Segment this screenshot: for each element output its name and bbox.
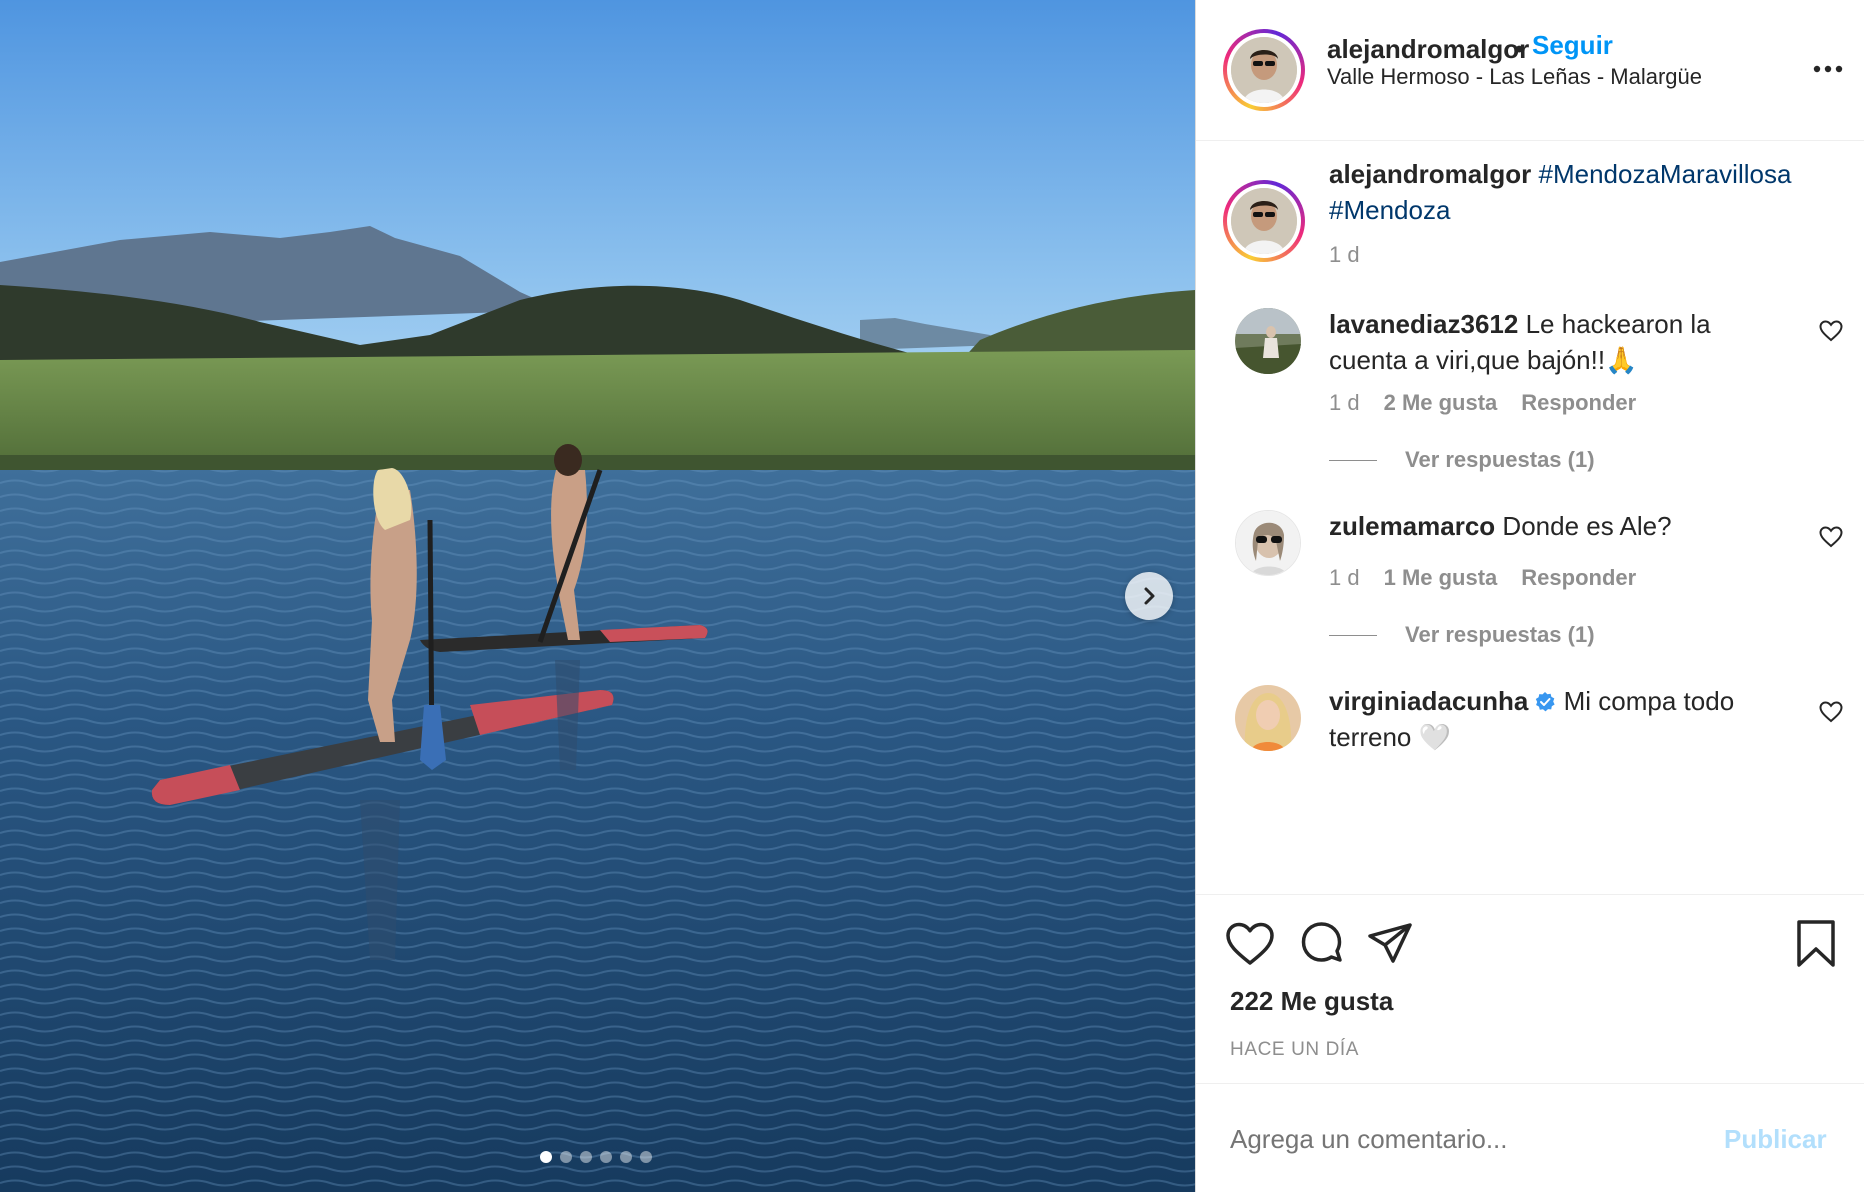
next-image-button[interactable] [1125, 572, 1173, 620]
verified-badge-icon [1536, 692, 1555, 712]
owner-username[interactable]: alejandromalgor [1327, 34, 1529, 65]
comment-body: lavanediaz3612 Le hackearon la cuenta a … [1329, 306, 1789, 378]
comment-meta: 1 d 1 Me gusta Responder [1329, 565, 1636, 591]
share-icon [1368, 923, 1412, 963]
heart-icon [1819, 320, 1843, 342]
comment-likes[interactable]: 2 Me gusta [1384, 390, 1498, 416]
location-link[interactable]: Valle Hermoso - Las Leñas - Malargüe [1327, 64, 1702, 90]
avatar-image [1236, 511, 1300, 575]
avatar-image [1231, 188, 1297, 254]
comment-username[interactable]: virginiadacunha [1329, 686, 1528, 716]
reply-button[interactable]: Responder [1521, 390, 1636, 416]
carousel-dot [560, 1151, 572, 1163]
reply-button[interactable]: Responder [1521, 565, 1636, 591]
heart-icon [1819, 526, 1843, 548]
post-header: alejandromalgor • Seguir Valle Hermoso -… [1196, 0, 1864, 141]
share-button[interactable] [1364, 918, 1416, 970]
view-replies-button[interactable]: Ver respuestas (1) [1329, 622, 1595, 648]
caption-avatar[interactable] [1223, 180, 1305, 262]
replies-divider [1329, 459, 1377, 461]
view-replies-label: Ver respuestas (1) [1405, 622, 1595, 647]
carousel-dot [640, 1151, 652, 1163]
post-image [0, 0, 1195, 1192]
carousel-dot [580, 1151, 592, 1163]
commenter-avatar[interactable] [1235, 510, 1301, 576]
owner-avatar[interactable] [1223, 29, 1305, 111]
caption-time[interactable]: 1 d [1329, 242, 1360, 268]
post-photo[interactable] [0, 0, 1195, 1192]
comment-meta: 1 d 2 Me gusta Responder [1329, 390, 1636, 416]
comment-username[interactable]: lavanediaz3612 [1329, 309, 1518, 339]
comments-section: alejandromalgor #MendozaMaravillosa #Men… [1196, 142, 1864, 894]
post-timestamp[interactable]: HACE UN DÍA [1230, 1039, 1359, 1061]
commenter-avatar[interactable] [1235, 685, 1301, 751]
caption-text: alejandromalgor #MendozaMaravillosa #Men… [1329, 156, 1849, 228]
heart-icon [1819, 701, 1843, 723]
bookmark-icon [1797, 920, 1835, 967]
avatar-image [1235, 685, 1301, 751]
comment-time[interactable]: 1 d [1329, 390, 1360, 416]
comment-like-button[interactable] [1816, 697, 1846, 727]
more-options-icon [1813, 65, 1843, 73]
comment-like-button[interactable] [1816, 316, 1846, 346]
publish-button[interactable]: Publicar [1724, 1124, 1827, 1155]
commenter-avatar[interactable] [1235, 308, 1301, 374]
like-button[interactable] [1224, 918, 1276, 970]
replies-divider [1329, 634, 1377, 636]
separator-dot: • [1515, 36, 1524, 63]
post-side-panel: alejandromalgor • Seguir Valle Hermoso -… [1195, 0, 1864, 1192]
hashtag-link[interactable]: #MendozaMaravillosa [1539, 159, 1792, 189]
hashtag-link[interactable]: #Mendoza [1329, 195, 1450, 225]
comment-like-button[interactable] [1816, 522, 1846, 552]
comment-text: Donde es Ale? [1502, 511, 1672, 541]
caption-meta: 1 d [1329, 242, 1360, 268]
carousel-dot [540, 1151, 552, 1163]
comment-username[interactable]: zulemamarco [1329, 511, 1495, 541]
follow-button[interactable]: Seguir [1532, 30, 1613, 61]
view-replies-button[interactable]: Ver respuestas (1) [1329, 447, 1595, 473]
avatar-image [1231, 37, 1297, 103]
comment-body: zulemamarco Donde es Ale? [1329, 508, 1789, 544]
caption-username[interactable]: alejandromalgor [1329, 159, 1531, 189]
comment-likes[interactable]: 1 Me gusta [1384, 565, 1498, 591]
comment-button[interactable] [1296, 918, 1348, 970]
heart-icon [1226, 922, 1274, 965]
add-comment-input[interactable] [1230, 1124, 1630, 1155]
view-replies-label: Ver respuestas (1) [1405, 447, 1595, 472]
likes-count[interactable]: 222 Me gusta [1230, 986, 1393, 1017]
comment-icon [1301, 922, 1342, 962]
chevron-right-icon [1144, 587, 1155, 605]
save-button[interactable] [1790, 918, 1842, 970]
carousel-indicator [540, 1151, 652, 1163]
comment-body: virginiadacunha Mi compa todo terreno 🤍 [1329, 683, 1789, 755]
carousel-dot [600, 1151, 612, 1163]
carousel-dot [620, 1151, 632, 1163]
more-options-button[interactable] [1808, 54, 1848, 84]
avatar-image [1235, 308, 1301, 374]
comment-time[interactable]: 1 d [1329, 565, 1360, 591]
